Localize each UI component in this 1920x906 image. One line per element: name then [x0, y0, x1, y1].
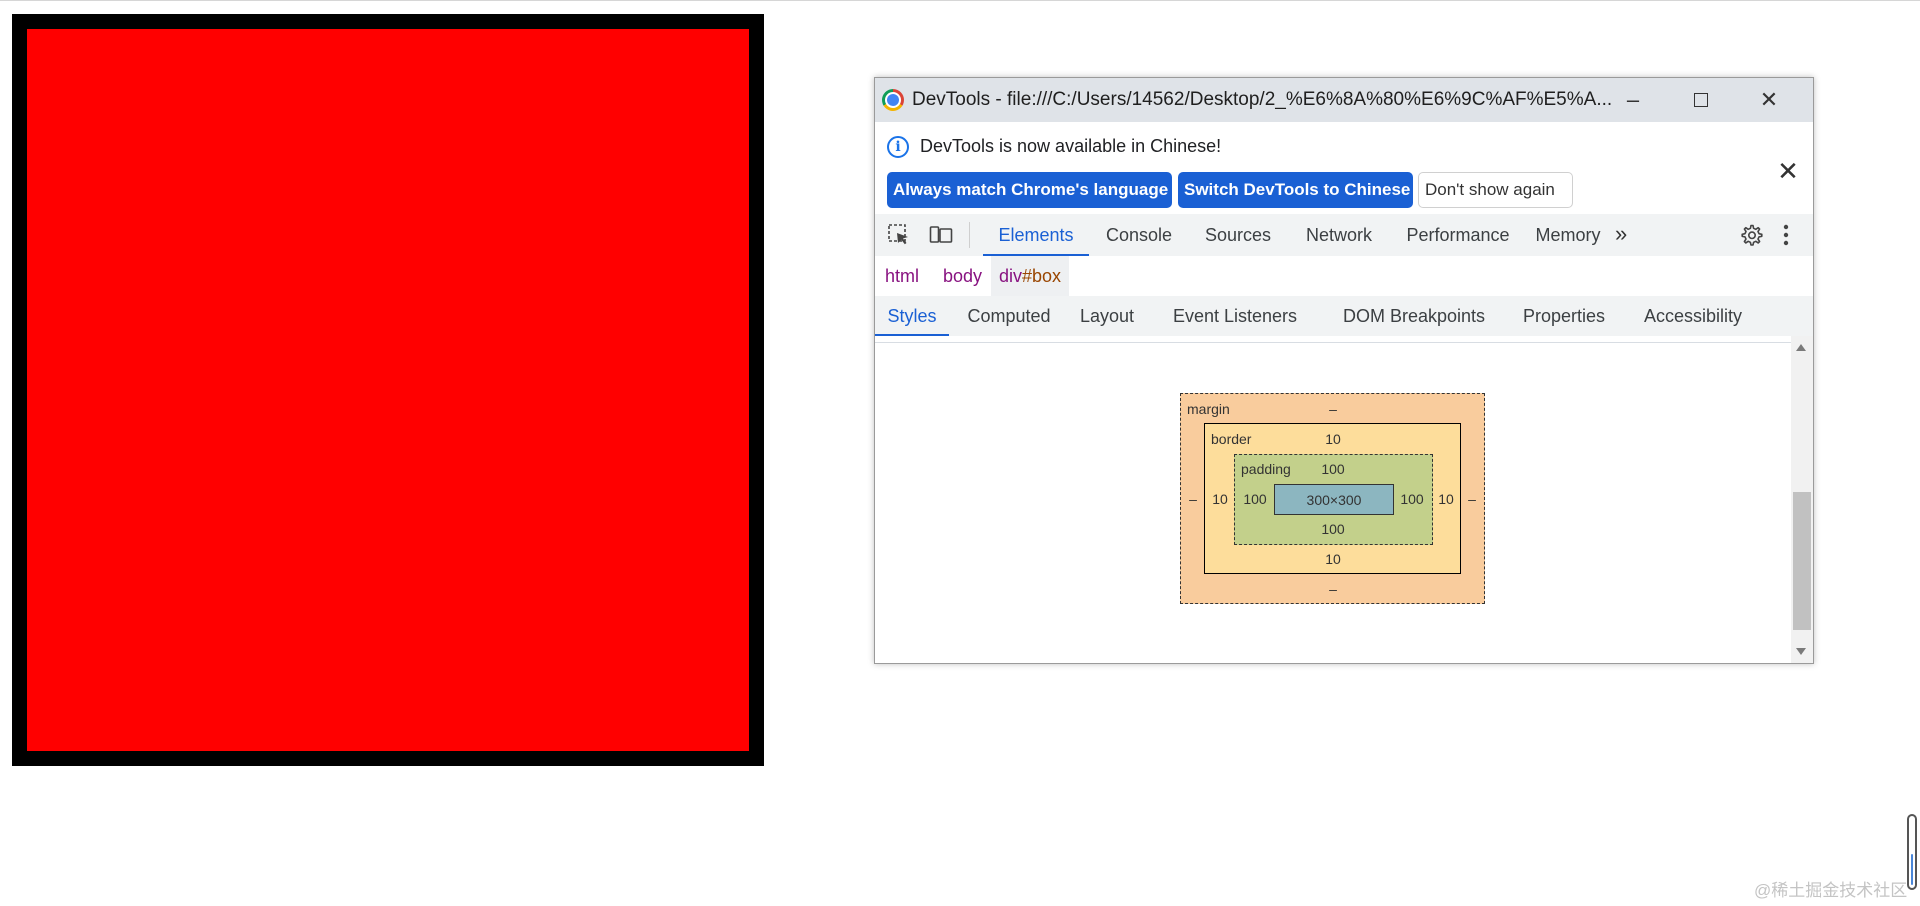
padding-left-value[interactable]: 100 [1243, 491, 1266, 507]
tab-performance[interactable]: Performance [1391, 214, 1525, 256]
language-infobar: i DevTools is now available in Chinese! … [875, 122, 1813, 214]
breadcrumb-id: #box [1022, 266, 1062, 286]
styles-pane: margin – – – – border 10 10 10 10 paddin… [875, 336, 1791, 663]
gear-icon[interactable] [1739, 223, 1763, 247]
breadcrumb-body[interactable]: body [943, 256, 982, 296]
border-right-value[interactable]: 10 [1438, 491, 1454, 507]
tab-console[interactable]: Console [1089, 214, 1189, 256]
page-scrollbar[interactable] [1907, 814, 1917, 890]
more-options-icon[interactable] [1783, 224, 1789, 246]
sidebar-subtabs: Styles Computed Layout Event Listeners D… [875, 296, 1813, 337]
box-model-border[interactable]: border 10 10 10 10 padding 100 100 100 1… [1204, 423, 1461, 574]
breadcrumb-current[interactable]: div#box [991, 256, 1070, 296]
close-icon: ✕ [1759, 87, 1779, 112]
subtab-layout[interactable]: Layout [1069, 296, 1145, 336]
box-model-content[interactable]: 300×300 [1274, 484, 1394, 515]
border-bottom-value[interactable]: 10 [1325, 551, 1341, 567]
margin-label: margin [1187, 401, 1230, 417]
tabbar-divider [969, 222, 970, 248]
maximize-icon [1694, 93, 1708, 107]
breadcrumb: html body div#box [875, 256, 1813, 297]
subtab-properties[interactable]: Properties [1513, 296, 1615, 336]
page-top-divider [0, 0, 1920, 1]
infobar-message: DevTools is now available in Chinese! [920, 136, 1222, 156]
scroll-up-arrow-icon[interactable] [1796, 344, 1806, 351]
padding-right-value[interactable]: 100 [1400, 491, 1423, 507]
pane-divider [875, 342, 1791, 343]
margin-top-value[interactable]: – [1329, 401, 1337, 417]
watermark: @稀土掘金技术社区 [1754, 881, 1908, 900]
more-tabs-chevron-icon[interactable]: » [1615, 214, 1627, 256]
scrollbar-thumb[interactable] [1793, 492, 1811, 630]
tab-memory[interactable]: Memory [1525, 214, 1611, 256]
dont-show-again-button[interactable]: Don't show again [1418, 172, 1573, 208]
maximize-button[interactable] [1667, 78, 1735, 122]
devtools-titlebar[interactable]: DevTools - file:///C:/Users/14562/Deskto… [875, 78, 1813, 122]
padding-label: padding [1241, 461, 1291, 477]
devtools-window: DevTools - file:///C:/Users/14562/Deskto… [874, 77, 1814, 664]
subtab-computed[interactable]: Computed [959, 296, 1059, 336]
content-size-value[interactable]: 300×300 [1307, 492, 1362, 508]
breadcrumb-tag: div [999, 266, 1023, 286]
info-icon: i [887, 136, 909, 158]
subtab-styles[interactable]: Styles [875, 296, 949, 336]
chrome-logo-icon [882, 89, 904, 111]
margin-left-value[interactable]: – [1189, 491, 1197, 507]
minimize-button[interactable]: – [1599, 78, 1667, 122]
border-label: border [1211, 431, 1252, 447]
subtab-event-listeners[interactable]: Event Listeners [1155, 296, 1315, 336]
minimize-icon: – [1626, 87, 1640, 112]
close-window-button[interactable]: ✕ [1735, 78, 1803, 122]
device-toolbar-icon[interactable] [929, 223, 953, 247]
always-match-language-button[interactable]: Always match Chrome's language [887, 172, 1172, 208]
subtab-dom-breakpoints[interactable]: DOM Breakpoints [1325, 296, 1503, 336]
margin-right-value[interactable]: – [1468, 491, 1476, 507]
infobar-close-icon[interactable]: ✕ [1775, 158, 1801, 184]
main-tabbar: Elements Console Sources Network Perform… [875, 214, 1813, 257]
switch-to-chinese-button[interactable]: Switch DevTools to Chinese [1178, 172, 1413, 208]
padding-bottom-value[interactable]: 100 [1321, 521, 1344, 537]
border-top-value[interactable]: 10 [1325, 431, 1341, 447]
inspect-element-icon[interactable] [887, 223, 911, 247]
box-model-margin[interactable]: margin – – – – border 10 10 10 10 paddin… [1180, 393, 1485, 604]
scroll-down-arrow-icon[interactable] [1796, 648, 1806, 655]
subtab-accessibility[interactable]: Accessibility [1625, 296, 1761, 336]
styles-scrollbar[interactable] [1791, 336, 1813, 663]
tab-elements[interactable]: Elements [983, 214, 1089, 256]
breadcrumb-html[interactable]: html [885, 256, 919, 296]
box-model-padding[interactable]: padding 100 100 100 100 300×300 [1234, 454, 1433, 545]
padding-top-value[interactable]: 100 [1321, 461, 1344, 477]
tab-network[interactable]: Network [1287, 214, 1391, 256]
tab-sources[interactable]: Sources [1189, 214, 1287, 256]
border-left-value[interactable]: 10 [1212, 491, 1228, 507]
margin-bottom-value[interactable]: – [1329, 581, 1337, 597]
window-title: DevTools - file:///C:/Users/14562/Deskto… [912, 89, 1612, 110]
red-box-div [12, 14, 764, 766]
